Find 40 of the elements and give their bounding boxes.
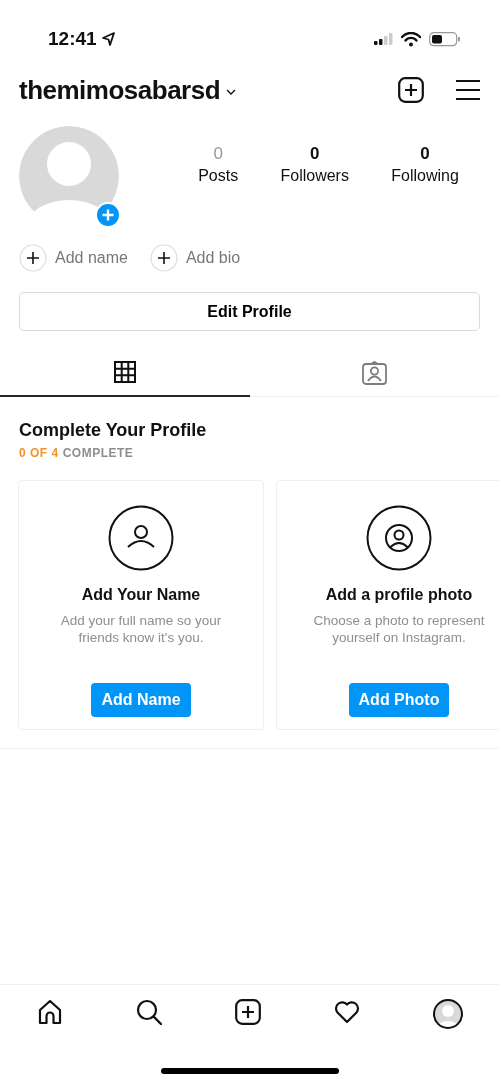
person-icon xyxy=(108,505,174,571)
stat-count: 0 xyxy=(420,143,430,165)
search-icon[interactable] xyxy=(135,999,162,1025)
heart-icon[interactable] xyxy=(333,999,360,1025)
card-title: Add Your Name xyxy=(81,585,201,605)
card-title: Add a profile photo xyxy=(325,585,473,605)
menu-icon[interactable] xyxy=(456,79,480,101)
plus-icon xyxy=(149,244,178,272)
home-icon[interactable] xyxy=(36,999,63,1025)
wifi-icon xyxy=(401,31,421,47)
progress-count: 0 OF 4 xyxy=(19,445,59,462)
add-post-icon[interactable] xyxy=(234,999,261,1025)
battery-icon xyxy=(429,31,461,47)
edit-profile-button[interactable]: Edit Profile xyxy=(19,292,480,331)
profile-avatar-icon[interactable] xyxy=(432,999,463,1029)
card-action-button[interactable]: Add Photo xyxy=(348,683,450,717)
card-description: Add your full name so your friends know it's you. xyxy=(59,613,223,647)
stat-label: Posts xyxy=(198,166,239,187)
avatar-placeholder[interactable] xyxy=(19,126,119,226)
section-title: Complete Your Profile xyxy=(19,419,208,442)
grid-icon xyxy=(113,361,136,383)
username[interactable]: themimosabarsd xyxy=(19,70,221,110)
location-arrow-icon xyxy=(100,31,116,47)
action-link[interactable]: Add bio xyxy=(185,246,241,270)
progress-label: COMPLETE xyxy=(62,445,134,462)
stat-label: Following xyxy=(391,166,459,187)
add-photo-icon[interactable] xyxy=(95,202,121,228)
card-action-button[interactable]: Add Name xyxy=(91,683,191,717)
stat-count: 0 xyxy=(213,143,223,165)
stat-label: Followers xyxy=(280,166,349,187)
card-description: Choose a photo to represent yourself on Instagram. xyxy=(312,613,486,647)
action-link[interactable]: Add name xyxy=(55,246,128,270)
profile-photo-icon xyxy=(366,505,432,571)
person-tag-icon xyxy=(361,360,387,385)
signal-icon xyxy=(374,33,393,45)
plus-icon xyxy=(19,244,47,272)
stat-count: 0 xyxy=(309,143,320,165)
add-post-icon[interactable] xyxy=(398,77,424,103)
chevron-down-icon[interactable] xyxy=(226,88,237,96)
clock-time: 12:41 xyxy=(48,26,97,51)
